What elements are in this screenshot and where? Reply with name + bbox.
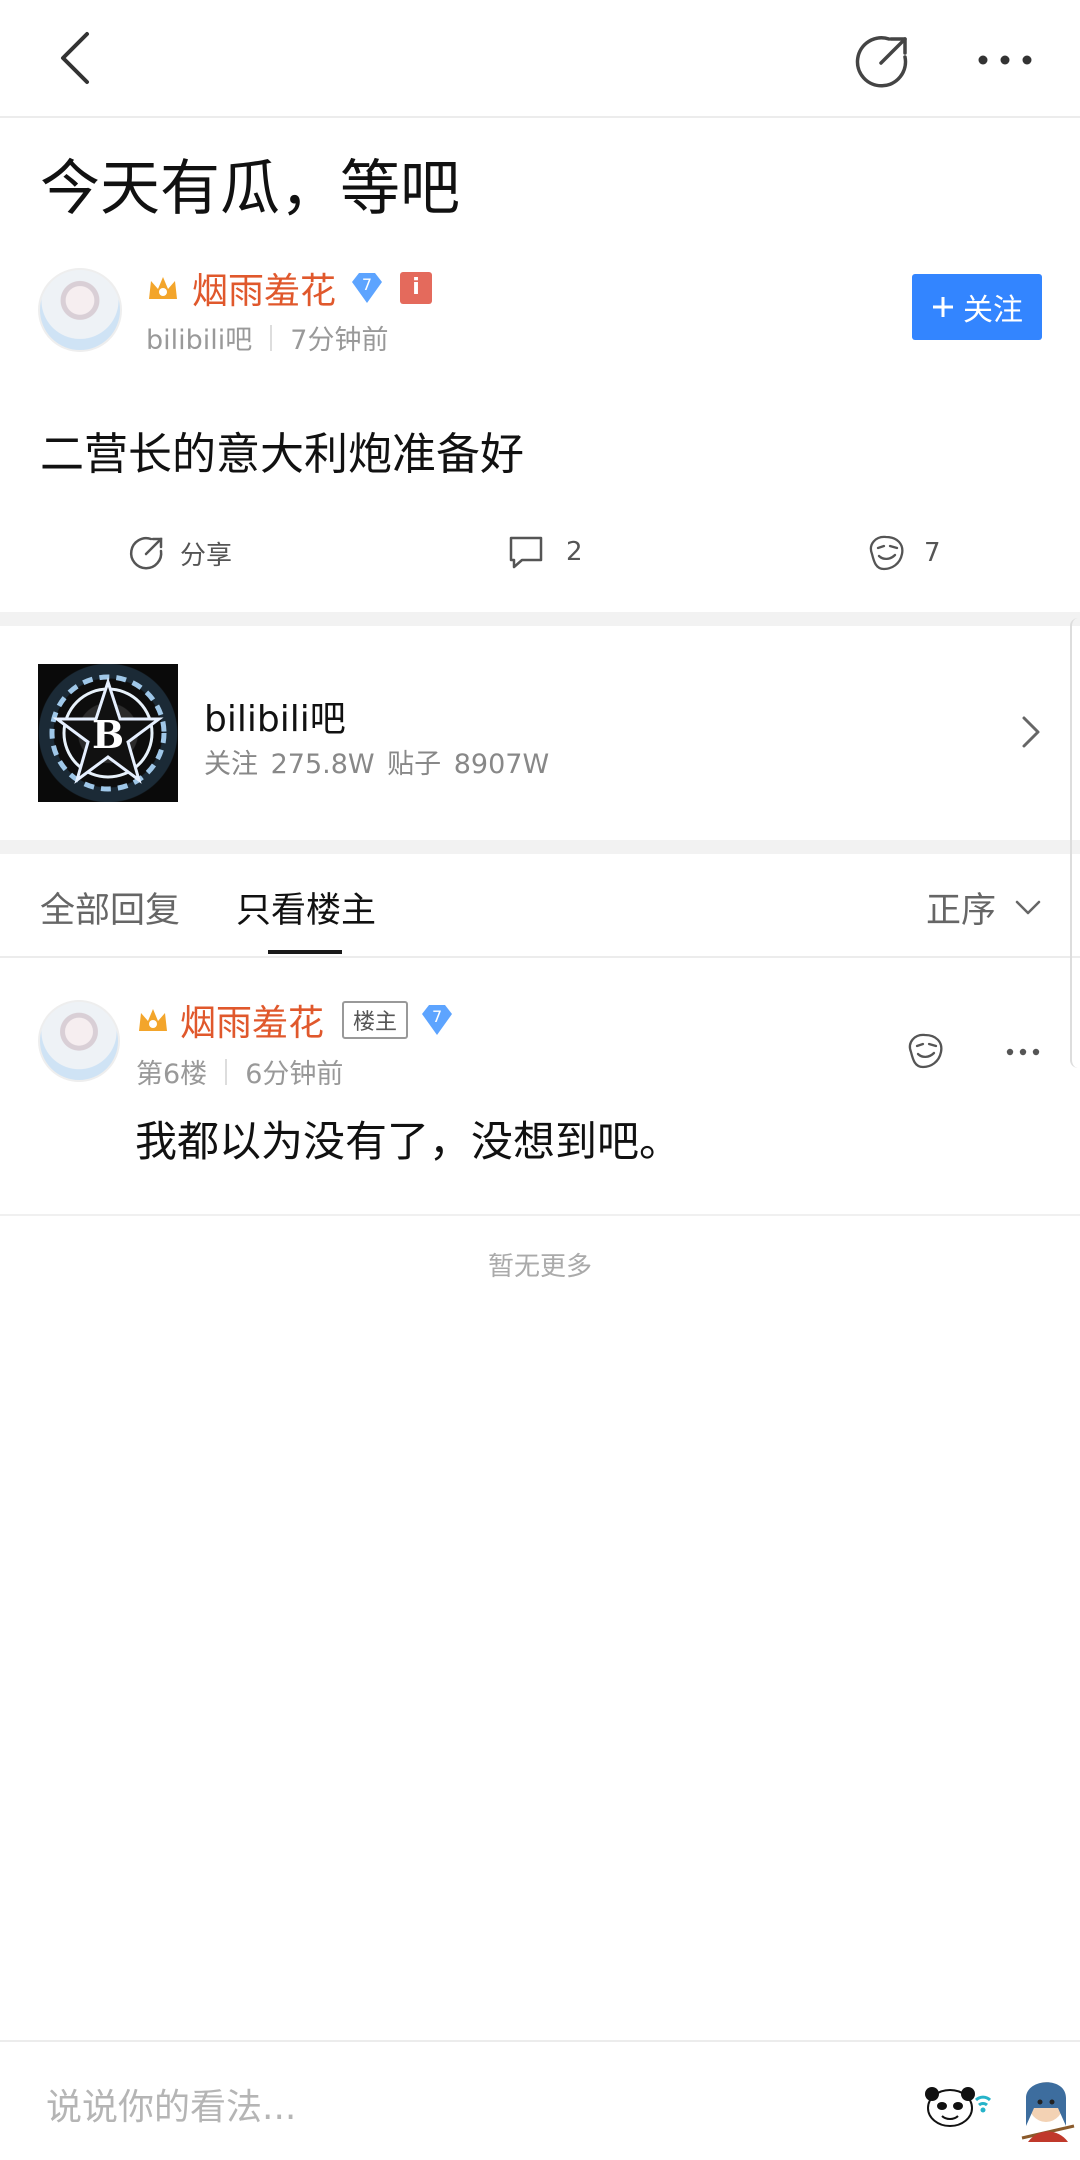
tabs-divider — [0, 956, 1080, 958]
share-icon — [855, 36, 908, 88]
follow-button[interactable]: 关注 — [912, 274, 1042, 340]
back-icon — [61, 32, 89, 84]
like-icon — [908, 1033, 943, 1069]
op-badge: 楼主 — [342, 1001, 409, 1039]
like-count: 7 — [924, 538, 941, 568]
reply-like-button[interactable] — [902, 1028, 948, 1074]
emoji-icon — [925, 2087, 992, 2127]
sticker-icon — [1021, 2082, 1075, 2142]
reply-author-name[interactable]: 烟雨羞花 — [180, 994, 324, 1046]
active-tab-indicator — [268, 950, 342, 954]
tab-all-replies[interactable]: 全部回复 — [40, 882, 180, 933]
meta-divider — [225, 1058, 228, 1085]
post-body: 二营长的意大利炮准备好 — [40, 429, 524, 480]
crown-icon — [149, 277, 177, 299]
share-button[interactable] — [850, 28, 916, 94]
reply-more-button[interactable] — [1000, 1040, 1046, 1064]
forum-logo-letter: B — [92, 712, 124, 757]
level-number: 7 — [361, 275, 373, 294]
info-icon: i — [400, 272, 433, 304]
no-more-text: 暂无更多 — [487, 1252, 592, 1282]
tab-only-op[interactable]: 只看楼主 — [236, 882, 376, 933]
post-time: 7分钟前 — [290, 325, 389, 356]
more-button[interactable] — [970, 40, 1040, 80]
level-badge: 7 — [348, 269, 386, 307]
post-forum: bilibili吧 — [146, 325, 253, 356]
reply-meta: 第6楼 6分钟前 — [136, 1052, 343, 1091]
crown-icon — [139, 1009, 167, 1031]
chevron-right-icon — [1022, 716, 1040, 748]
sticker-avatar[interactable] — [1008, 2068, 1078, 2146]
plus-icon — [933, 297, 953, 317]
like-action[interactable]: 7 — [866, 534, 941, 572]
forum-stats: 关注 275.8W 贴子 8907W — [204, 749, 550, 780]
share-label: 分享 — [180, 540, 233, 571]
forum-logo: B — [38, 664, 178, 802]
reply-author-row: 烟雨羞花 楼主 7 — [136, 994, 456, 1046]
reply-time: 6分钟前 — [245, 1059, 344, 1090]
share-action[interactable]: 分享 — [128, 534, 232, 572]
author-name[interactable]: 烟雨羞花 — [192, 262, 336, 314]
section-divider — [0, 840, 1080, 854]
forum-name: bilibili吧 — [204, 699, 346, 740]
emoji-button[interactable] — [924, 2082, 996, 2130]
more-icon — [1006, 1048, 1040, 1056]
top-bar — [0, 0, 1080, 118]
chevron-down-icon — [1015, 900, 1041, 914]
sort-dropdown[interactable]: 正序 — [926, 882, 1042, 933]
post-title: 今天有瓜，等吧 — [40, 154, 460, 224]
more-icon — [978, 55, 1032, 65]
comment-count: 2 — [566, 537, 583, 567]
sort-label: 正序 — [926, 891, 997, 931]
forum-logo-emblem: B — [49, 674, 167, 792]
comment-input[interactable]: 说说你的看法... — [46, 2078, 296, 2130]
author-row: 烟雨羞花 7 i — [146, 262, 433, 314]
comment-icon — [509, 536, 543, 569]
reply-avatar[interactable] — [38, 1000, 120, 1082]
comment-action[interactable]: 2 — [508, 534, 583, 570]
meta-divider — [270, 324, 273, 351]
scroll-edge — [1070, 618, 1080, 1068]
reply-level-badge: 7 — [418, 1001, 456, 1039]
author-meta: bilibili吧 7分钟前 — [146, 318, 388, 357]
section-divider — [0, 612, 1080, 626]
reply-divider — [0, 1214, 1080, 1216]
reply-body: 我都以为没有了，没想到吧。 — [135, 1117, 682, 1166]
reply-floor: 第6楼 — [136, 1059, 208, 1090]
share-icon — [129, 537, 163, 570]
back-button[interactable] — [40, 22, 110, 94]
like-icon — [869, 535, 904, 571]
author-avatar[interactable] — [38, 268, 122, 352]
reply-level-number: 7 — [431, 1007, 443, 1026]
follow-label: 关注 — [963, 293, 1023, 328]
